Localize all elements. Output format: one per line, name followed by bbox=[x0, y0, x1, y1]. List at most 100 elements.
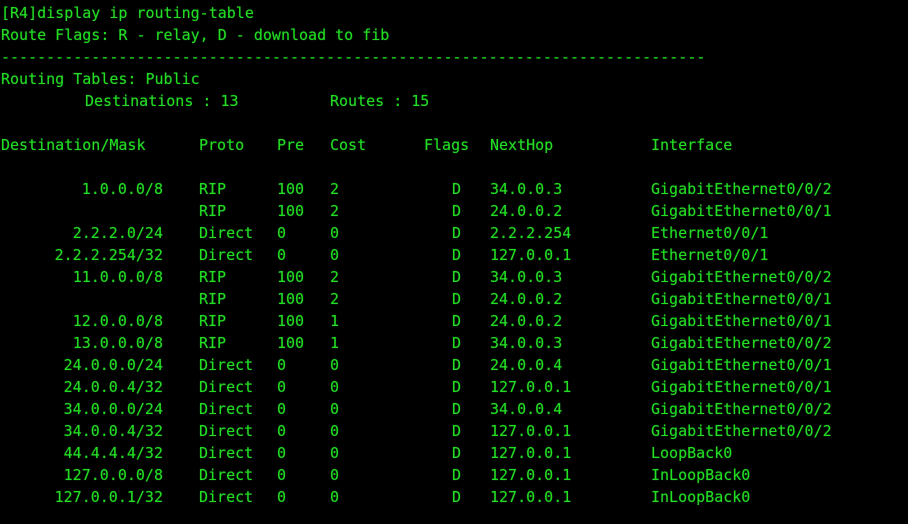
route-flags: D bbox=[452, 444, 462, 462]
route-destination-mask: 24.0.0.0/24 bbox=[63, 356, 163, 374]
route-interface: GigabitEthernet0/0/2 bbox=[651, 422, 832, 440]
routing-table-name: Routing Tables: Public bbox=[1, 70, 200, 88]
terminal-screen[interactable]: [R4]display ip routing-table Route Flags… bbox=[0, 0, 908, 524]
route-destination-mask: 2.2.2.254/32 bbox=[54, 246, 163, 264]
route-cost: 0 bbox=[330, 356, 340, 374]
table-row: 11.0.0.0/8 RIP 100 2 D 34.0.0.3 GigabitEtherne… bbox=[0, 266, 908, 288]
route-proto: Direct bbox=[199, 444, 254, 462]
route-cost: 0 bbox=[330, 466, 340, 484]
route-destination-mask: 34.0.0.0/24 bbox=[63, 400, 163, 418]
route-interface: GigabitEthernet0/0/1 bbox=[651, 202, 832, 220]
column-header-flags: Flags bbox=[424, 136, 470, 154]
route-nexthop: 34.0.0.3 bbox=[490, 268, 563, 286]
route-nexthop: 127.0.0.1 bbox=[490, 246, 572, 264]
column-header-cost: Cost bbox=[330, 136, 367, 154]
column-header-pre: Pre bbox=[277, 136, 305, 154]
table-header-row: Destination/Mask Proto Pre Cost Flags Ne… bbox=[0, 134, 908, 156]
table-row: 127.0.0.1/32 Direct 0 0 D 127.0.0.1 InLoopBack… bbox=[0, 486, 908, 508]
table-row: RIP 100 2 D 24.0.0.2 GigabitEthernet0/0/1 bbox=[0, 200, 908, 222]
route-interface: GigabitEthernet0/0/2 bbox=[651, 180, 832, 198]
routes-count: Routes : 15 bbox=[330, 92, 430, 110]
route-pre: 0 bbox=[277, 246, 287, 264]
route-interface: GigabitEthernet0/0/2 bbox=[651, 400, 832, 418]
route-flags: D bbox=[452, 202, 462, 220]
command-prompt-line: [R4]display ip routing-table bbox=[1, 4, 254, 22]
destinations-count: Destinations : 13 bbox=[85, 92, 239, 110]
route-proto: Direct bbox=[199, 378, 254, 396]
route-destination-mask: 127.0.0.0/8 bbox=[63, 466, 163, 484]
route-pre: 0 bbox=[277, 422, 287, 440]
route-destination-mask: 1.0.0.0/8 bbox=[81, 180, 163, 198]
route-interface: Ethernet0/0/1 bbox=[651, 224, 769, 242]
column-header-nexthop: NextHop bbox=[490, 136, 554, 154]
route-nexthop: 24.0.0.4 bbox=[490, 356, 563, 374]
table-row: 34.0.0.4/32 Direct 0 0 D 127.0.0.1 GigabitEthe… bbox=[0, 420, 908, 442]
route-pre: 0 bbox=[277, 224, 287, 242]
route-nexthop: 24.0.0.2 bbox=[490, 290, 563, 308]
route-destination-mask: 2.2.2.0/24 bbox=[72, 224, 163, 242]
route-destination-mask: 11.0.0.0/8 bbox=[72, 268, 163, 286]
route-nexthop: 127.0.0.1 bbox=[490, 466, 572, 484]
route-cost: 1 bbox=[330, 312, 340, 330]
route-pre: 100 bbox=[277, 202, 305, 220]
route-flags: D bbox=[452, 488, 462, 506]
route-pre: 100 bbox=[277, 180, 305, 198]
route-pre: 0 bbox=[277, 356, 287, 374]
route-cost: 0 bbox=[330, 400, 340, 418]
route-cost: 2 bbox=[330, 268, 340, 286]
route-nexthop: 24.0.0.2 bbox=[490, 202, 563, 220]
route-cost: 0 bbox=[330, 422, 340, 440]
route-flags: D bbox=[452, 356, 462, 374]
route-destination-mask: 44.4.4.4/32 bbox=[63, 444, 163, 462]
route-interface: InLoopBack0 bbox=[651, 466, 751, 484]
route-proto: Direct bbox=[199, 400, 254, 418]
table-row: 13.0.0.0/8 RIP 100 1 D 34.0.0.3 GigabitEtherne… bbox=[0, 332, 908, 354]
route-proto: RIP bbox=[199, 312, 227, 330]
route-pre: 100 bbox=[277, 290, 305, 308]
route-interface: GigabitEthernet0/0/1 bbox=[651, 356, 832, 374]
route-destination-mask: 24.0.0.4/32 bbox=[63, 378, 163, 396]
route-proto: RIP bbox=[199, 290, 227, 308]
route-proto: RIP bbox=[199, 268, 227, 286]
route-proto: Direct bbox=[199, 488, 254, 506]
route-flags: D bbox=[452, 378, 462, 396]
route-proto: RIP bbox=[199, 202, 227, 220]
route-proto: Direct bbox=[199, 356, 254, 374]
route-flags: D bbox=[452, 334, 462, 352]
route-cost: 2 bbox=[330, 202, 340, 220]
table-row: 34.0.0.0/24 Direct 0 0 D 34.0.0.4 GigabitEther… bbox=[0, 398, 908, 420]
route-destination-mask: 13.0.0.0/8 bbox=[72, 334, 163, 352]
route-pre: 0 bbox=[277, 444, 287, 462]
route-interface: Ethernet0/0/1 bbox=[651, 246, 769, 264]
route-pre: 0 bbox=[277, 488, 287, 506]
route-nexthop: 34.0.0.3 bbox=[490, 334, 563, 352]
route-interface: LoopBack0 bbox=[651, 444, 733, 462]
route-pre: 0 bbox=[277, 400, 287, 418]
route-nexthop: 127.0.0.1 bbox=[490, 444, 572, 462]
column-header-interface: Interface bbox=[651, 136, 733, 154]
route-flags: D bbox=[452, 312, 462, 330]
route-pre: 100 bbox=[277, 268, 305, 286]
route-proto: Direct bbox=[199, 224, 254, 242]
separator-rule: ----------------------------------------… bbox=[1, 48, 706, 66]
route-destination-mask: 127.0.0.1/32 bbox=[54, 488, 163, 506]
route-cost: 2 bbox=[330, 290, 340, 308]
route-cost: 1 bbox=[330, 334, 340, 352]
route-cost: 0 bbox=[330, 224, 340, 242]
route-flags-legend: Route Flags: R - relay, D - download to … bbox=[1, 26, 390, 44]
route-interface: InLoopBack0 bbox=[651, 488, 751, 506]
table-row: 2.2.2.254/32 Direct 0 0 D 127.0.0.1 Ethernet0/… bbox=[0, 244, 908, 266]
table-row: 1.0.0.0/8 RIP 100 2 D 34.0.0.3 GigabitEthernet… bbox=[0, 178, 908, 200]
route-nexthop: 2.2.2.254 bbox=[490, 224, 572, 242]
route-proto: RIP bbox=[199, 180, 227, 198]
table-row: 2.2.2.0/24 Direct 0 0 D 2.2.2.254 Ethernet0/0/… bbox=[0, 222, 908, 244]
route-flags: D bbox=[452, 224, 462, 242]
route-proto: Direct bbox=[199, 466, 254, 484]
route-nexthop: 24.0.0.2 bbox=[490, 312, 563, 330]
route-pre: 0 bbox=[277, 378, 287, 396]
column-header-proto: Proto bbox=[199, 136, 245, 154]
route-interface: GigabitEthernet0/0/2 bbox=[651, 334, 832, 352]
route-flags: D bbox=[452, 180, 462, 198]
column-header-destination-mask: Destination/Mask bbox=[1, 136, 146, 154]
summary-counts-row: Destinations : 13 Routes : 15 bbox=[0, 90, 908, 112]
